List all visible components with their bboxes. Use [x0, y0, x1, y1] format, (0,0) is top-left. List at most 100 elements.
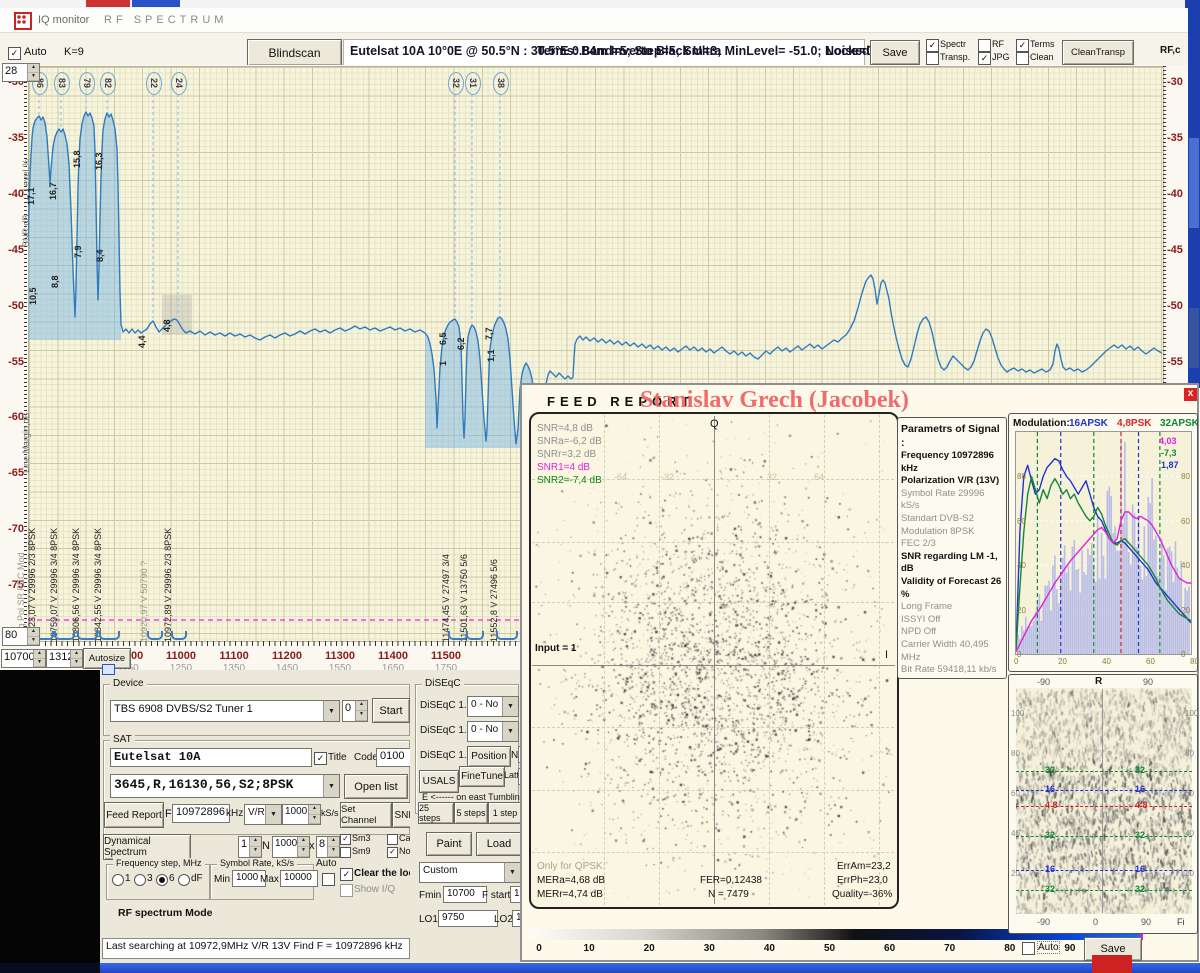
auto-checkbox[interactable]: ✓	[8, 47, 21, 60]
steps25-button[interactable]: 25 steps	[418, 802, 454, 824]
max-field[interactable]: 10000	[280, 870, 318, 887]
position-button[interactable]: Position	[467, 746, 511, 767]
locked-status: Locked	[826, 44, 870, 58]
title-checkbox[interactable]: ✓	[314, 752, 327, 765]
step6-radio[interactable]	[156, 874, 168, 886]
device-index-spinner[interactable]: 0▲▼	[342, 700, 368, 722]
jpg-checkbox[interactable]: ✓	[978, 52, 991, 65]
peak-value-label: 15,8	[72, 150, 82, 168]
transponder-row-label: 10759,07 V 29996 3/4 8PSK	[49, 528, 59, 642]
sr-spinner[interactable]: 1000▲▼	[282, 804, 321, 825]
transp-checkbox[interactable]	[926, 52, 939, 65]
quality-scale-number: 70	[940, 943, 960, 954]
fi-bottom-1: -90	[1037, 917, 1050, 927]
calibr-checkbox[interactable]	[387, 834, 398, 845]
usals-button[interactable]: USALS	[419, 770, 459, 793]
blindscan-button[interactable]: Blindscan	[247, 39, 342, 66]
taskbar-red-item[interactable]	[1092, 955, 1132, 973]
noise-checkbox[interactable]: ✓	[387, 847, 398, 858]
transponder-marker[interactable]: 32	[448, 72, 464, 95]
fstart-spinner[interactable]: 10700▲▼	[1, 649, 46, 668]
set-channel-button[interactable]: Set Channel	[340, 802, 392, 828]
clear-loop-checkbox[interactable]: ✓	[340, 868, 353, 881]
lo1-field[interactable]: 9750	[438, 910, 498, 927]
mini-chart-icon[interactable]	[102, 664, 115, 675]
start-button[interactable]: Start	[372, 698, 410, 723]
sr-auto-checkbox[interactable]	[322, 873, 335, 886]
constellation-axis-number: -32	[661, 472, 674, 482]
finetune-button[interactable]: FineTune	[459, 766, 505, 787]
clean-checkbox[interactable]	[1016, 52, 1029, 65]
dynamical-spectrum-button[interactable]: Dynamical Spectrum	[103, 834, 191, 860]
paint-button[interactable]: Paint	[426, 832, 472, 856]
transponder-row-label: 10920,97 V 50790 ?	[139, 561, 149, 642]
step1-radio[interactable]	[112, 874, 124, 886]
polarization-combo[interactable]: V/R▼	[244, 804, 282, 825]
loop-spinner[interactable]: 1▲▼	[238, 836, 262, 858]
r-mod-line-label: 32	[1135, 884, 1145, 894]
r-mod-line	[1016, 870, 1192, 871]
load-button[interactable]: Load	[476, 832, 522, 856]
fi-bottom-3: 90	[1141, 917, 1151, 927]
steps5-button[interactable]: 5 steps	[454, 802, 488, 824]
quality-scale-number: 10	[579, 943, 599, 954]
showiq-checkbox[interactable]	[340, 884, 353, 897]
cleantransp-button[interactable]: CleanTransp	[1062, 40, 1134, 65]
signal-param-line: Symbol Rate 29996 kS/s	[901, 488, 1003, 513]
app-icon	[14, 12, 32, 30]
constellation-gridline	[532, 602, 894, 603]
feed-report-button[interactable]: Feed Report	[104, 802, 164, 828]
level-bottom-spinner[interactable]: 80▲▼	[2, 627, 40, 646]
diseqc12-label: DiSEqC 1.2	[420, 750, 472, 761]
phase-auto-checkbox[interactable]	[1022, 942, 1035, 955]
transponder-combo[interactable]: 3645,R,16130,56,S2;8PSK▼	[110, 774, 340, 798]
transponder-marker[interactable]: 82	[100, 72, 116, 95]
transponder-marker[interactable]: 83	[54, 72, 70, 95]
frequency-field[interactable]: 10972896	[172, 804, 230, 823]
r-mod-line-label: 32	[1045, 765, 1055, 775]
step3-radio[interactable]	[134, 874, 146, 886]
transponder-marker[interactable]: 79	[79, 72, 95, 95]
ksps-label: kS/s	[321, 808, 339, 818]
taskbar[interactable]	[0, 963, 1200, 973]
stepdf-radio[interactable]	[178, 874, 190, 886]
close-icon[interactable]: x	[1184, 388, 1197, 401]
modulation-panel: Modulation: 16APSK 4,8PSK 32APSK 4,03 -7…	[1008, 413, 1198, 672]
level-top-spinner[interactable]: 28▲▼	[2, 63, 40, 82]
transponder-row-label: 10972,89 V 29996 2/3 8PSK	[163, 528, 173, 642]
background-window-blue2	[1185, 0, 1200, 8]
constellation-gridline	[532, 542, 894, 543]
transponder-marker[interactable]: 38	[493, 72, 509, 95]
open-list-button[interactable]: Open list	[344, 774, 408, 799]
sm9-checkbox[interactable]	[340, 847, 351, 858]
step3-label: 3	[147, 873, 153, 884]
transponder-marker[interactable]: 31	[465, 72, 481, 95]
step1-button[interactable]: 1 step	[488, 802, 522, 824]
band-combo[interactable]: Custom▼	[419, 862, 521, 883]
transponder-marker[interactable]: 22	[146, 72, 162, 95]
points-spinner[interactable]: 1312▲▼	[46, 649, 83, 668]
transponder-marker[interactable]: 24	[171, 72, 187, 95]
sat-name-field[interactable]: Eutelsat 10A	[110, 748, 312, 767]
min-label: Min	[214, 874, 230, 885]
sm3-checkbox[interactable]: ✓	[340, 834, 351, 845]
khz-label: kHz	[226, 808, 243, 819]
f-label: F	[165, 808, 172, 820]
constellation-gridline	[532, 727, 894, 728]
n-spinner[interactable]: 1000▲▼	[272, 836, 310, 858]
terms-label: Terms	[1030, 39, 1055, 49]
transponder-row-label: 10842,55 V 29996 3/4 8PSK	[93, 528, 103, 642]
save-button[interactable]: Save	[870, 40, 920, 65]
fmin-field[interactable]: 10700	[443, 886, 487, 903]
diseqc10-combo[interactable]: 0 - No▼	[467, 696, 519, 717]
diseqc11-combo[interactable]: 0 - No▼	[467, 721, 519, 742]
rf-checkbox[interactable]	[978, 39, 991, 52]
terms-checkbox[interactable]: ✓	[1016, 39, 1029, 52]
peak-value-label: 16,3	[94, 152, 104, 170]
x-spinner[interactable]: 8▲▼	[316, 836, 340, 858]
spectr-checkbox[interactable]: ✓	[926, 39, 939, 52]
r-mod-line-label: 16	[1135, 784, 1145, 794]
code-field[interactable]: 0100	[376, 748, 412, 767]
device-combo[interactable]: TBS 6908 DVBS/S2 Tuner 1▼	[110, 700, 340, 722]
quality-scale-number: 80	[1000, 943, 1020, 954]
